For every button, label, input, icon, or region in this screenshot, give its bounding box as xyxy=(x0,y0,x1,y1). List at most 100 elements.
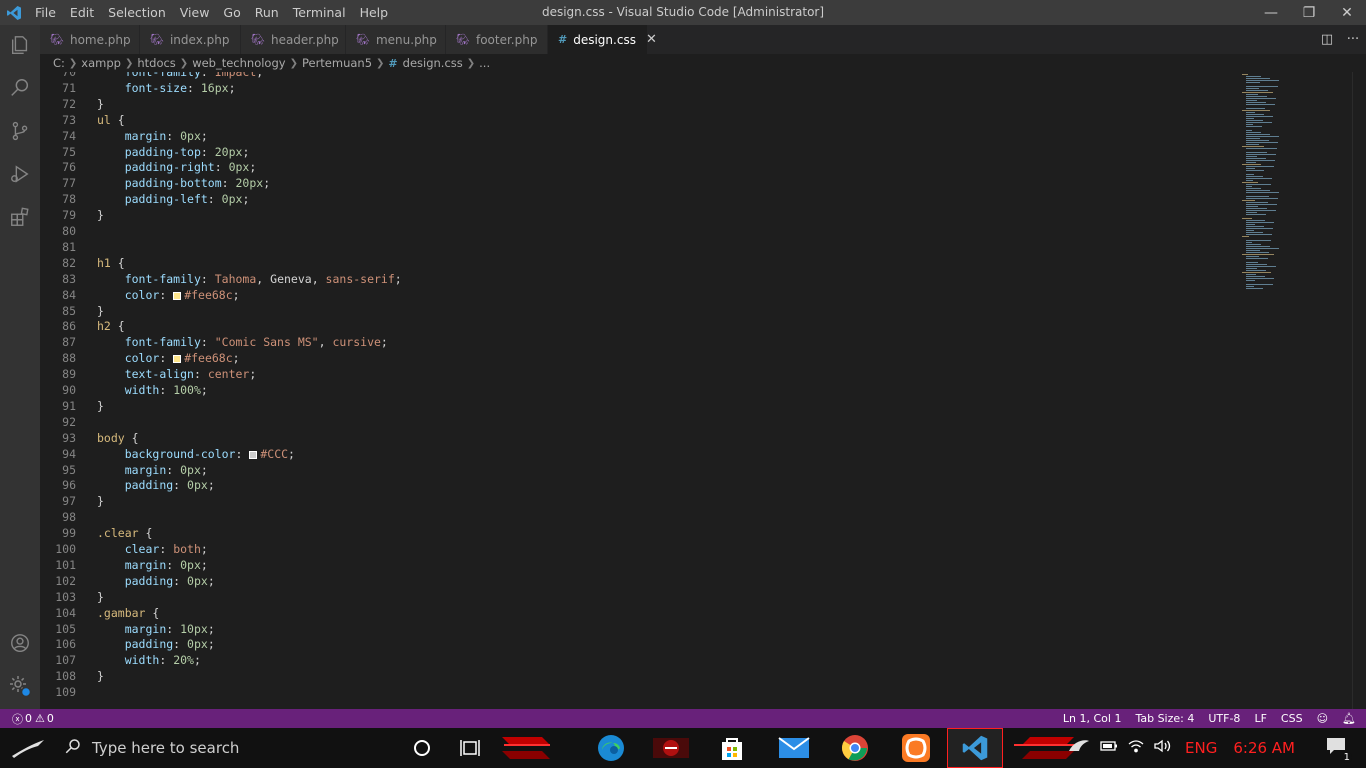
color-swatch-icon[interactable] xyxy=(173,291,182,300)
minimap[interactable] xyxy=(1240,72,1310,292)
feedback-icon[interactable]: ☺ xyxy=(1317,712,1328,725)
code-line[interactable]: 93 body { xyxy=(40,430,1220,446)
encoding[interactable]: UTF-8 xyxy=(1208,712,1240,725)
input-language[interactable]: ENG xyxy=(1185,739,1217,757)
breadcrumb-xampp[interactable]: xampp xyxy=(81,56,121,70)
menu-file[interactable]: File xyxy=(28,0,63,25)
code-line[interactable]: 102 padding: 0px; xyxy=(40,573,1220,589)
menu-help[interactable]: Help xyxy=(353,0,396,25)
tab-footer-php[interactable]: 🐘︎ footer.php xyxy=(446,25,548,54)
breadcrumb-drive[interactable]: C: xyxy=(53,56,65,70)
close-button[interactable]: ✕ xyxy=(1328,0,1366,25)
code-line[interactable]: 106 padding: 0px; xyxy=(40,636,1220,652)
code-line[interactable]: 96 padding: 0px; xyxy=(40,477,1220,493)
code-editor[interactable]: 70 font-family: Impact; 71 font-size: 16p… xyxy=(40,72,1366,709)
menu-go[interactable]: Go xyxy=(216,0,247,25)
code-line[interactable]: 88 color: #fee68c; xyxy=(40,350,1220,366)
code-line[interactable]: 84 color: #fee68c; xyxy=(40,287,1220,303)
search-icon[interactable] xyxy=(0,68,40,108)
code-line[interactable]: 91} xyxy=(40,398,1220,414)
code-line[interactable]: 94 background-color: #CCC; xyxy=(40,446,1220,462)
code-line[interactable]: 105 margin: 10px; xyxy=(40,621,1220,637)
breadcrumb-htdocs[interactable]: htdocs xyxy=(137,56,175,70)
code-line[interactable]: 103} xyxy=(40,589,1220,605)
code-line[interactable]: 92 xyxy=(40,414,1220,430)
taskbar-clock[interactable]: 6:26 AM xyxy=(1233,739,1295,757)
code-line[interactable]: 82 h1 { xyxy=(40,255,1220,271)
code-line[interactable]: 101 margin: 0px; xyxy=(40,557,1220,573)
run-debug-icon[interactable] xyxy=(0,154,40,194)
code-line[interactable]: 97} xyxy=(40,493,1220,509)
code-line[interactable]: 83 font-family: Tahoma, Geneva, sans-ser… xyxy=(40,271,1220,287)
taskbar-search[interactable]: Type here to search xyxy=(56,728,396,768)
battery-icon[interactable] xyxy=(1100,740,1118,756)
bell-icon[interactable]: 🔔︎ xyxy=(1342,712,1356,725)
menu-terminal[interactable]: Terminal xyxy=(286,0,353,25)
xampp-icon[interactable] xyxy=(888,728,944,768)
menu-selection[interactable]: Selection xyxy=(101,0,173,25)
tab-menu-php[interactable]: 🐘︎ menu.php xyxy=(346,25,446,54)
vertical-scrollbar[interactable] xyxy=(1352,72,1366,709)
vscode-icon[interactable] xyxy=(947,728,1003,768)
rog-logo-icon[interactable] xyxy=(1068,739,1090,757)
breadcrumb-file[interactable]: design.css xyxy=(403,56,463,70)
explorer-icon[interactable] xyxy=(0,25,40,65)
code-line[interactable]: 80 xyxy=(40,223,1220,239)
code-line[interactable]: 87 font-family: "Comic Sans MS", cursive… xyxy=(40,334,1220,350)
code-line[interactable]: 108} xyxy=(40,668,1220,684)
code-line[interactable]: 95 margin: 0px; xyxy=(40,462,1220,478)
code-line[interactable]: 85} xyxy=(40,303,1220,319)
code-line[interactable]: 98 xyxy=(40,509,1220,525)
code-line[interactable]: 107 width: 20%; xyxy=(40,652,1220,668)
code-line[interactable]: 99 .clear { xyxy=(40,525,1220,541)
tab-header-php[interactable]: 🐘︎ header.php xyxy=(241,25,346,54)
tab-close-icon[interactable]: ✕ xyxy=(646,32,657,47)
store-icon[interactable] xyxy=(704,728,760,768)
task-view-icon[interactable] xyxy=(442,728,498,768)
menu-run[interactable]: Run xyxy=(248,0,286,25)
code-line[interactable]: 109 xyxy=(40,684,1220,700)
mail-icon[interactable] xyxy=(766,728,822,768)
code-line[interactable]: 77 padding-bottom: 20px; xyxy=(40,175,1220,191)
end-of-line[interactable]: LF xyxy=(1254,712,1266,725)
volume-icon[interactable] xyxy=(1154,739,1172,757)
source-control-icon[interactable] xyxy=(0,111,40,151)
account-icon[interactable] xyxy=(0,623,40,663)
more-actions-icon[interactable]: ··· xyxy=(1340,32,1366,47)
tab-home-php[interactable]: 🐘︎ home.php xyxy=(40,25,140,54)
code-line[interactable]: 71 font-size: 16px; xyxy=(40,80,1220,96)
tab-index-php[interactable]: 🐘︎ index.php xyxy=(140,25,241,54)
breadcrumb-pertemuan5[interactable]: Pertemuan5 xyxy=(302,56,372,70)
color-swatch-icon[interactable] xyxy=(173,355,182,364)
code-line[interactable]: 72} xyxy=(40,96,1220,112)
start-icon[interactable] xyxy=(0,728,56,768)
code-line[interactable]: 75 padding-top: 20px; xyxy=(40,144,1220,160)
code-line[interactable]: 100 clear: both; xyxy=(40,541,1220,557)
menu-view[interactable]: View xyxy=(173,0,217,25)
chrome-icon[interactable] xyxy=(827,728,883,768)
code-line[interactable]: 76 padding-right: 0px; xyxy=(40,159,1220,175)
code-line[interactable]: 78 padding-left: 0px; xyxy=(40,191,1220,207)
breadcrumb-symbol[interactable]: ... xyxy=(479,56,490,70)
code-line[interactable]: 81 xyxy=(40,239,1220,255)
code-line[interactable]: 79} xyxy=(40,207,1220,223)
menu-edit[interactable]: Edit xyxy=(63,0,101,25)
code-line[interactable]: 86 h2 { xyxy=(40,318,1220,334)
language-mode[interactable]: CSS xyxy=(1281,712,1303,725)
tab-design-css[interactable]: # design.css ✕ xyxy=(548,25,657,54)
minimize-button[interactable]: — xyxy=(1252,0,1290,25)
tab-size[interactable]: Tab Size: 4 xyxy=(1135,712,1194,725)
manage-gear-icon[interactable] xyxy=(0,666,40,706)
split-editor-icon[interactable]: ◫ xyxy=(1314,32,1340,47)
color-swatch-icon[interactable] xyxy=(249,450,258,459)
code-line[interactable]: 90 width: 100%; xyxy=(40,382,1220,398)
breadcrumb-web-technology[interactable]: web_technology xyxy=(192,56,285,70)
extensions-icon[interactable] xyxy=(0,197,40,237)
notifications-icon[interactable]: 1 xyxy=(1326,737,1352,763)
code-line[interactable]: 70 font-family: Impact; xyxy=(40,72,1220,80)
cursor-position[interactable]: Ln 1, Col 1 xyxy=(1063,712,1122,725)
code-line[interactable]: 74 margin: 0px; xyxy=(40,128,1220,144)
code-line[interactable]: 73 ul { xyxy=(40,112,1220,128)
problems-indicator[interactable]: ⓧ 0 ⚠ 0 xyxy=(0,711,54,727)
code-line[interactable]: 89 text-align: center; xyxy=(40,366,1220,382)
